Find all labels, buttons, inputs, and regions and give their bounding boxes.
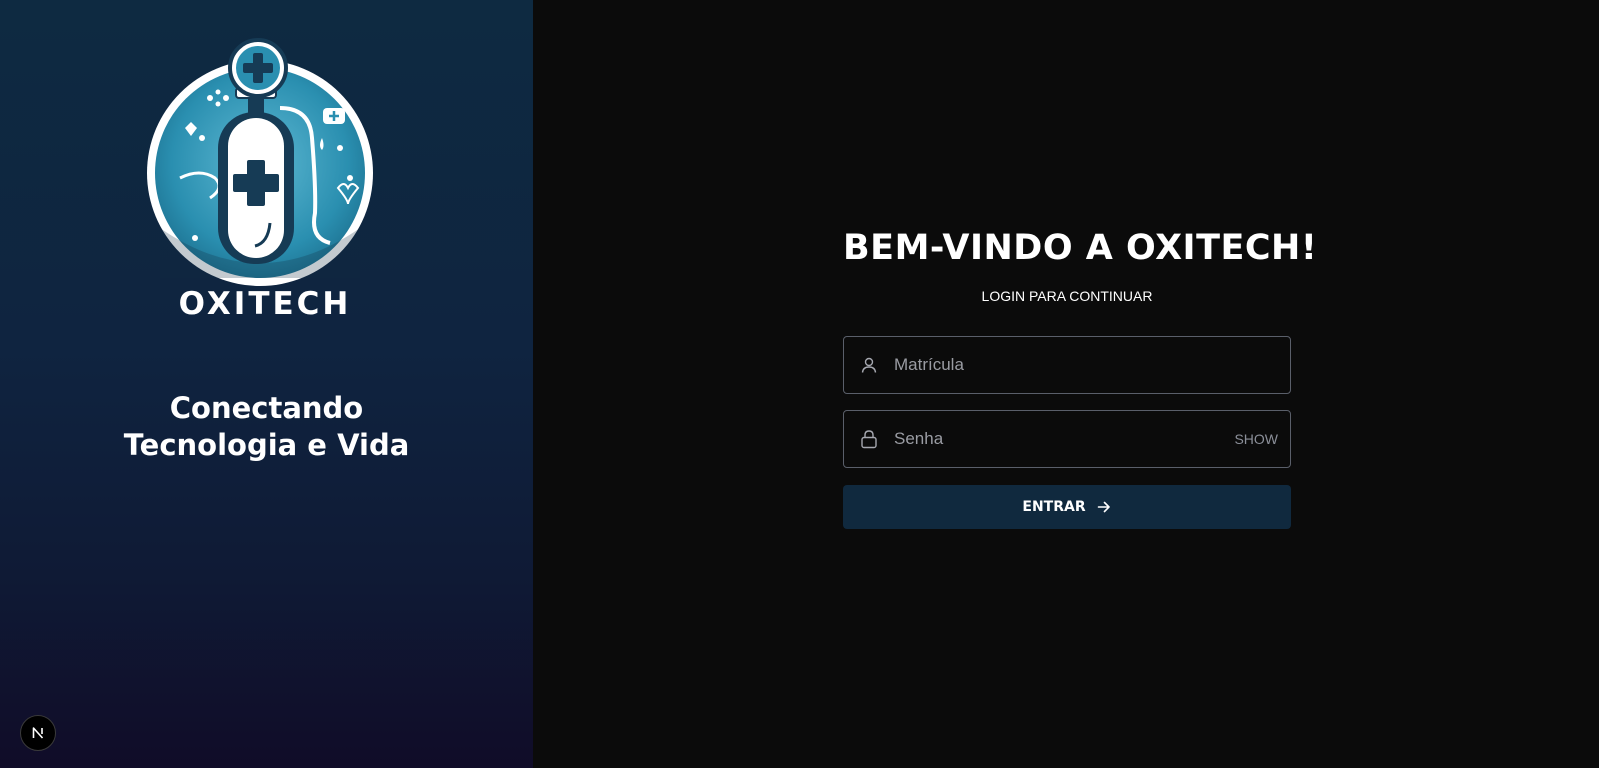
entrar-label: ENTRAR — [1022, 499, 1086, 515]
senha-field: SHOW — [843, 410, 1291, 468]
logo-wordmark: OXITECH — [178, 286, 352, 322]
brand-panel: OXITECH Conectando Tecnologia e Vida — [0, 0, 533, 768]
tagline-line-1: Conectando — [169, 391, 364, 425]
matricula-field — [843, 336, 1291, 394]
page-subtitle: LOGIN PARA CONTINUAR — [981, 288, 1153, 304]
matricula-input[interactable] — [894, 337, 1290, 393]
oxygen-tank-logo-icon — [147, 38, 373, 286]
nextjs-dev-badge[interactable] — [20, 715, 56, 751]
user-icon — [858, 354, 880, 376]
nextjs-icon — [32, 727, 44, 739]
entrar-button[interactable]: ENTRAR — [843, 485, 1291, 529]
page-title: BEM-VINDO A OXITECH! — [843, 228, 1318, 268]
senha-input[interactable] — [894, 411, 1235, 467]
login-page: OXITECH Conectando Tecnologia e Vida BEM… — [0, 0, 1599, 768]
login-form: BEM-VINDO A OXITECH! LOGIN PARA CONTINUA… — [843, 228, 1318, 529]
brand-tagline: Conectando Tecnologia e Vida — [0, 390, 533, 464]
login-panel: BEM-VINDO A OXITECH! LOGIN PARA CONTINUA… — [533, 0, 1599, 768]
show-password-toggle[interactable]: SHOW — [1234, 431, 1278, 447]
tagline-line-2: Tecnologia e Vida — [123, 428, 410, 462]
oxitech-logo: OXITECH — [140, 38, 390, 328]
lock-icon — [858, 428, 880, 450]
arrow-right-icon — [1096, 499, 1112, 515]
